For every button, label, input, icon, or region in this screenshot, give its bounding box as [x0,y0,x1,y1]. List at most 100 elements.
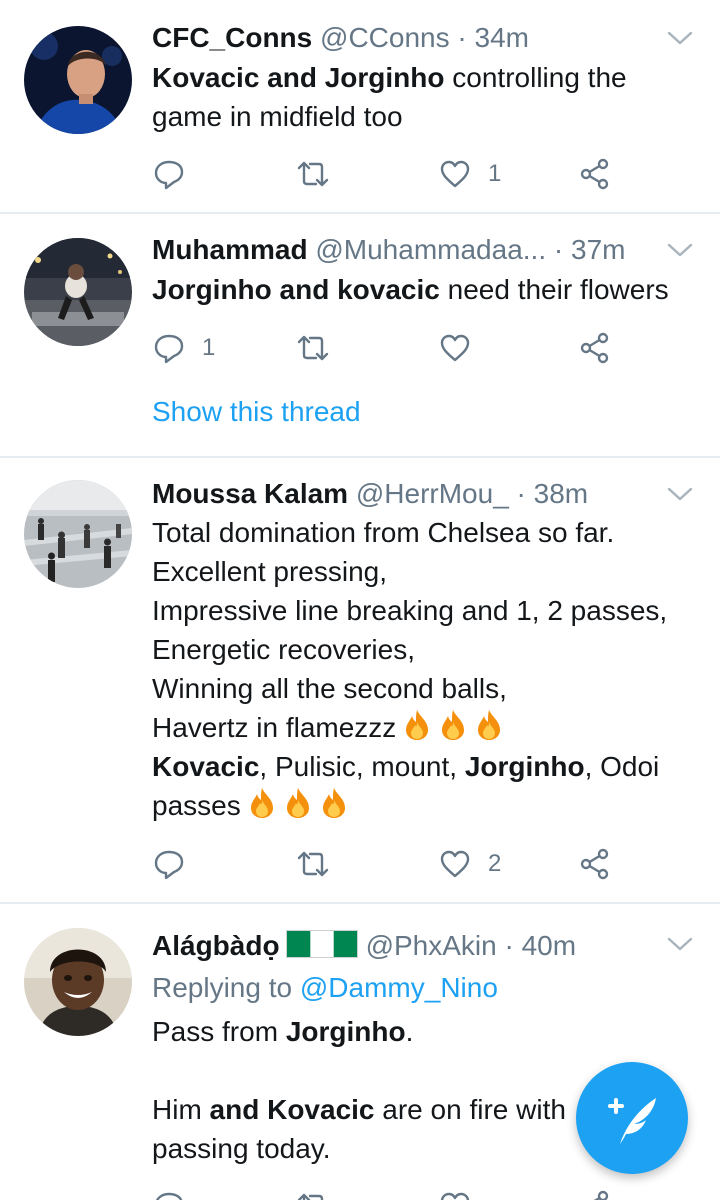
timestamp[interactable]: 40m [522,930,576,961]
bold-text: and Kovacic [209,1094,375,1125]
text-run: passes [152,790,241,821]
tweet-header: Muhammad @Muhammadaa... · 37m [152,230,650,270]
separator-dot: · [457,22,467,53]
like-count: 2 [488,850,502,877]
text-run: are on fire with [374,1094,566,1125]
show-thread-link[interactable]: Show this thread [152,396,361,428]
tweet-header: CFC_Conns @CConns · 34m [152,18,650,58]
tweet-actions: 2 [152,844,622,884]
text-run: , Pulisic, mount, [259,751,465,782]
fire-emoji-icon [319,787,349,819]
tweet-text-line: Excellent pressing, [152,552,700,591]
text-run: need their flowers [439,274,669,305]
timestamp[interactable]: 34m [475,22,529,53]
retweet-icon [296,157,330,191]
separator-dot: · [553,234,564,265]
fire-emoji-icon [402,709,432,741]
text-run: game in midfield too [152,101,403,132]
fire-emoji-icon [474,709,504,741]
tweet-actions: 1 [152,328,622,368]
share-icon [578,157,612,191]
avatar[interactable] [24,26,132,134]
tweet[interactable]: CFC_Conns @CConns · 34m Kovacic and Jorg… [0,0,720,212]
separator-dot: · [504,930,514,961]
retweet-button[interactable] [296,328,346,368]
user-handle[interactable]: @CConns [320,22,450,53]
chevron-down-icon[interactable] [666,934,694,954]
display-name[interactable]: Alágbàdọ [152,930,280,961]
like-button[interactable] [438,1186,472,1200]
user-handle[interactable]: @Muhammadaa... [315,234,546,265]
like-icon [438,331,472,365]
share-button[interactable] [578,844,612,884]
tweet-text-line: Energetic recoveries, [152,630,700,669]
chevron-down-icon[interactable] [666,484,694,504]
text-run: . [405,1016,414,1047]
retweet-icon [296,1189,330,1200]
retweet-button[interactable] [296,1186,330,1200]
like-button[interactable]: 1 [438,154,501,194]
share-button[interactable] [578,328,612,368]
nigeria-flag-icon [285,930,358,958]
display-name[interactable]: Moussa Kalam [152,478,348,509]
reply-icon [152,157,186,191]
chevron-down-icon[interactable] [666,28,694,48]
tweet-text-line: Kovacic and Jorginho controlling the [152,58,700,97]
fire-emoji-icon [247,787,277,819]
like-count: 1 [488,160,502,187]
tweet-text-line: passes [152,786,700,825]
reply-count: 1 [202,334,216,361]
text-run: , Odoi [584,751,660,782]
fire-emoji-icon [438,709,468,741]
user-handle[interactable]: @HerrMou_ [356,478,509,509]
tweet-header: Alágbàdọ @PhxAkin · 40m [152,926,650,966]
fire-emoji-icon [283,787,313,819]
tweet[interactable]: Moussa Kalam @HerrMou_ · 38m Total domin… [0,458,720,902]
avatar[interactable] [24,928,132,1036]
reply-button[interactable] [152,154,202,194]
replying-to-handle[interactable]: @Dammy_Nino [300,972,498,1003]
avatar[interactable] [24,238,132,346]
reply-button[interactable] [152,844,202,884]
text-run: Havertz in flamezzz [152,712,397,743]
tweet-text-line: game in midfield too [152,97,700,136]
tweet-text: Kovacic and Jorginho controlling the game… [152,58,700,136]
reply-button[interactable]: 1 [152,328,215,368]
tweet-text-line: Impressive line breaking and 1, 2 passes… [152,591,700,630]
reply-icon [152,847,186,881]
reply-button[interactable] [152,1186,186,1200]
share-button[interactable] [578,1186,612,1200]
retweet-button[interactable] [296,154,346,194]
reply-icon [152,331,186,365]
text-run: Energetic recoveries, [152,634,416,665]
retweet-icon [296,847,330,881]
chevron-down-icon[interactable] [666,240,694,260]
tweet-text-line: Winning all the second balls, [152,669,700,708]
bold-text: Jorginho [464,751,585,782]
like-icon [438,157,472,191]
display-name[interactable]: Muhammad [152,234,308,265]
retweet-button[interactable] [296,844,346,884]
like-button[interactable] [438,328,488,368]
text-run: Excellent pressing, [152,556,388,587]
tweet-actions: 1 [152,154,622,194]
timestamp[interactable]: 37m [571,234,625,265]
text-run: passing today. [152,1133,331,1164]
tweet[interactable]: Muhammad @Muhammadaa... · 37m Jorginho a… [0,214,720,456]
separator-dot: · [516,478,526,509]
display-name[interactable]: CFC_Conns [152,22,312,53]
compose-tweet-button[interactable] [576,1062,688,1174]
replying-to: Replying to @Dammy_Nino [152,968,700,1007]
compose-tweet-icon [576,1062,688,1174]
user-handle[interactable]: @PhxAkin [366,930,497,961]
like-button[interactable]: 2 [438,844,501,884]
text-run: Impressive line breaking and 1, 2 passes… [152,595,668,626]
share-icon [578,1189,612,1200]
like-icon [438,1189,472,1200]
share-button[interactable] [578,154,612,194]
timestamp[interactable]: 38m [534,478,588,509]
avatar[interactable] [24,480,132,588]
text-run: Winning all the second balls, [152,673,507,704]
tweet-text-line: Jorginho and kovacic need their flowers [152,270,700,309]
reply-icon [152,1189,186,1200]
